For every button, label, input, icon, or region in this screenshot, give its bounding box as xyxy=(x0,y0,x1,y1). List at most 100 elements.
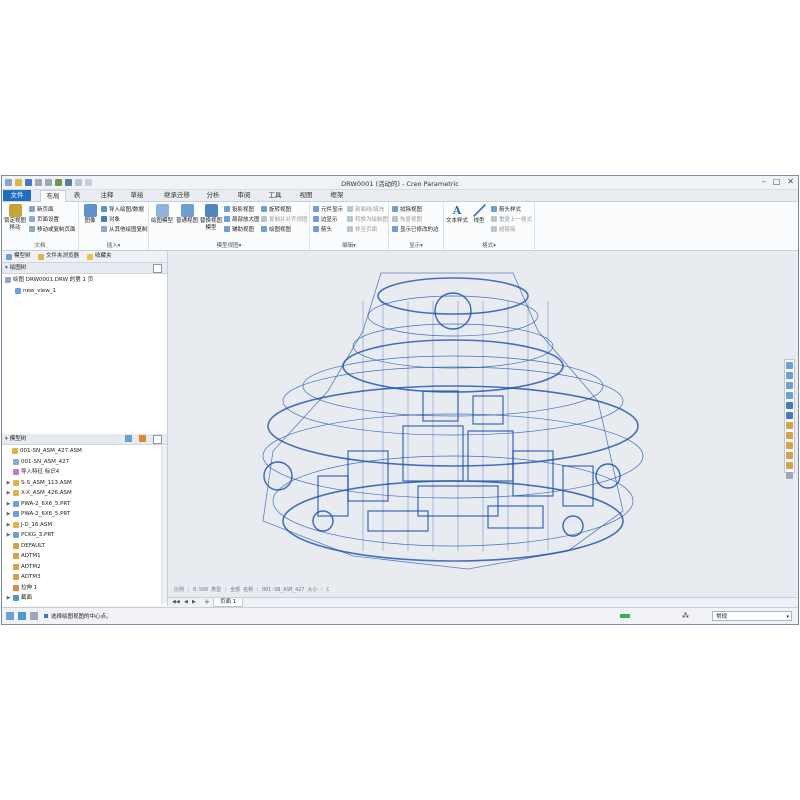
import-drawing-button[interactable]: 导入绘图/数据 xyxy=(101,205,144,213)
selection-filter-icon[interactable]: ⁂ xyxy=(682,612,689,620)
add-page-button[interactable]: + xyxy=(204,598,210,606)
arrow-style-button[interactable]: 箭头样式 xyxy=(491,205,521,213)
csys-display-icon[interactable] xyxy=(786,462,793,469)
annotation-display-icon[interactable] xyxy=(786,472,793,479)
arrow-button[interactable]: 箭头 xyxy=(313,225,332,233)
tab-framework[interactable]: 框架 xyxy=(326,190,348,201)
tab-model-tree[interactable]: 模型树 xyxy=(4,252,33,261)
rotate-view-button[interactable]: 旋转视图 xyxy=(261,205,291,213)
model-tree-item[interactable]: DEFAULT xyxy=(2,541,162,552)
copy-from-drawing-button[interactable]: 从其他绘图复制 xyxy=(101,225,148,233)
auxiliary-view-button[interactable]: 辅助视图 xyxy=(224,225,254,233)
model-tree-toggle-icon[interactable] xyxy=(6,612,14,620)
datum-display-icon[interactable] xyxy=(786,422,793,429)
first-page-icon[interactable]: ◀◀ xyxy=(172,599,180,605)
selection-filter-select[interactable]: 常规 ▾ xyxy=(712,611,792,621)
model-tree-item[interactable]: 001-SN_ASM_427 xyxy=(2,457,162,468)
restore-view-button[interactable]: 恢复视图 xyxy=(392,215,422,223)
model-tree-item[interactable]: ADTM2 xyxy=(2,562,162,573)
tab-sketch[interactable]: 草绘 xyxy=(126,190,148,201)
tab-review[interactable]: 审阅 xyxy=(233,190,255,201)
tab-analysis[interactable]: 分析 xyxy=(202,190,224,201)
model-tree-item[interactable]: 001-SN_ASM_427.ASM xyxy=(2,446,162,457)
browser-toggle-icon[interactable] xyxy=(18,612,26,620)
tab-layout[interactable]: 布局 xyxy=(40,190,66,202)
move-to-page-button[interactable]: 移至页面 xyxy=(347,225,377,233)
projection-view-button[interactable]: 投影视图 xyxy=(224,205,254,213)
normal-view-button[interactable]: 普通视图 xyxy=(175,204,199,225)
model-tree-item[interactable]: 拉伸 1 xyxy=(2,583,162,594)
expand-toggle[interactable]: ▶ xyxy=(6,520,11,531)
hatch-fill-button[interactable]: 剖面线/填充 xyxy=(347,205,384,213)
minimize-button[interactable]: – xyxy=(762,177,766,186)
model-tree-scrollbar[interactable] xyxy=(161,446,167,604)
page-setup-button[interactable]: 页面设置 xyxy=(29,215,59,223)
model-tree-item[interactable]: ▶ X-X_ASM_426.ASM xyxy=(2,488,162,499)
tree-item-new-view[interactable]: new_view_1 xyxy=(2,286,162,297)
image-button[interactable]: 图像 xyxy=(81,204,99,225)
tree-settings-icon[interactable] xyxy=(153,264,162,273)
convert-draft-button[interactable]: 转换为绘制图 xyxy=(347,215,388,223)
tab-favorites[interactable]: 收藏夹 xyxy=(85,252,114,261)
tab-tools[interactable]: 工具 xyxy=(264,190,286,201)
model-tree-item[interactable]: ▶ PWA-2_6X6_5.PRT xyxy=(2,509,162,520)
zoom-out-icon[interactable] xyxy=(786,382,793,389)
plane-display-icon[interactable] xyxy=(786,432,793,439)
prev-page-icon[interactable]: ◀ xyxy=(184,599,188,605)
repaint-icon[interactable] xyxy=(786,392,793,399)
next-page-icon[interactable]: ▶ xyxy=(192,599,196,605)
tab-folder-browser[interactable]: 文件夹浏览器 xyxy=(36,252,81,261)
expand-toggle[interactable]: ▶ xyxy=(6,509,11,520)
drawing-model-button[interactable]: 绘图模型 xyxy=(150,204,174,225)
collapse-icon[interactable]: ▾ xyxy=(5,265,8,271)
model-tree-item[interactable]: ▶ J-D_16.ASM xyxy=(2,520,162,531)
move-copy-page-button[interactable]: 移动或复制页面 xyxy=(29,225,76,233)
point-display-icon[interactable] xyxy=(786,452,793,459)
text-style-button[interactable]: A 文本样式 xyxy=(445,204,469,225)
show-modified-edges-button[interactable]: 显示已修改的边 xyxy=(392,225,439,233)
model-tree-item[interactable]: ADTM1 xyxy=(2,551,162,562)
page-tab[interactable]: 页面 1 xyxy=(213,598,244,607)
expand-toggle[interactable]: ▶ xyxy=(6,499,11,510)
tree-columns-icon[interactable] xyxy=(139,435,146,442)
model-tree-item[interactable]: 导入特征 标识4 xyxy=(2,467,162,478)
tab-legacy-migration[interactable]: 继承迁移 xyxy=(160,190,194,201)
element-display-button[interactable]: 元件显示 xyxy=(313,205,343,213)
tree-settings-icon[interactable] xyxy=(153,435,162,444)
model-tree-item[interactable]: ▶ PCKG_3.PRT xyxy=(2,530,162,541)
model-tree-item[interactable]: ▶ S-S_ASM_113.ASM xyxy=(2,478,162,489)
expand-toggle[interactable]: ▶ xyxy=(6,488,11,499)
model-tree-item[interactable]: ADTM3 xyxy=(2,572,162,583)
expand-toggle[interactable]: ▶ xyxy=(6,530,11,541)
expand-toggle[interactable]: ▶ xyxy=(6,478,11,489)
close-button[interactable]: ✕ xyxy=(787,177,794,186)
tab-table[interactable]: 表 xyxy=(68,190,86,201)
axis-display-icon[interactable] xyxy=(786,442,793,449)
detail-view-button[interactable]: 局部放大图 xyxy=(224,215,260,223)
hyperlink-button[interactable]: 超链接 xyxy=(491,225,516,233)
fullscreen-icon[interactable] xyxy=(30,612,38,620)
line-style-button[interactable]: 线型 xyxy=(470,204,488,225)
erase-view-button[interactable]: 拭除视图 xyxy=(392,205,422,213)
replace-view-button[interactable]: 替换视图 模型 xyxy=(200,204,222,231)
drawing-view-button[interactable]: 绘图视图 xyxy=(261,225,291,233)
maximize-button[interactable]: □ xyxy=(773,177,781,186)
edge-display-button[interactable]: 边显示 xyxy=(313,215,338,223)
object-button[interactable]: 对象 xyxy=(101,215,120,223)
tab-annotate[interactable]: 注释 xyxy=(96,190,118,201)
graphics-area[interactable]: 比例 : 0.500 类型 : 全部 名称 : 001-SN_ASM_427 大… xyxy=(168,251,798,597)
display-style-icon[interactable] xyxy=(786,402,793,409)
model-tree-item[interactable]: ▶ PWA-2_6X6_5.PRT xyxy=(2,499,162,510)
refit-icon[interactable] xyxy=(786,362,793,369)
new-page-button[interactable]: 新页面 xyxy=(29,205,54,213)
tab-view[interactable]: 视图 xyxy=(295,190,317,201)
tree-item-drawing-page[interactable]: 绘图 DRW0001.DRW 的第 1 页 xyxy=(2,275,162,286)
lock-view-button[interactable]: 锁定视图 移动 xyxy=(4,204,26,231)
zoom-in-icon[interactable] xyxy=(786,372,793,379)
repeat-format-button[interactable]: 重复上一格式 xyxy=(491,215,532,223)
tree-filter-icon[interactable] xyxy=(125,435,132,442)
copy-align-view-button[interactable]: 复制并对齐视图 xyxy=(261,215,308,223)
saved-views-icon[interactable] xyxy=(786,412,793,419)
expand-toggle[interactable]: ▶ xyxy=(6,593,11,604)
model-tree-item[interactable]: ▶ 截面 xyxy=(2,593,162,604)
